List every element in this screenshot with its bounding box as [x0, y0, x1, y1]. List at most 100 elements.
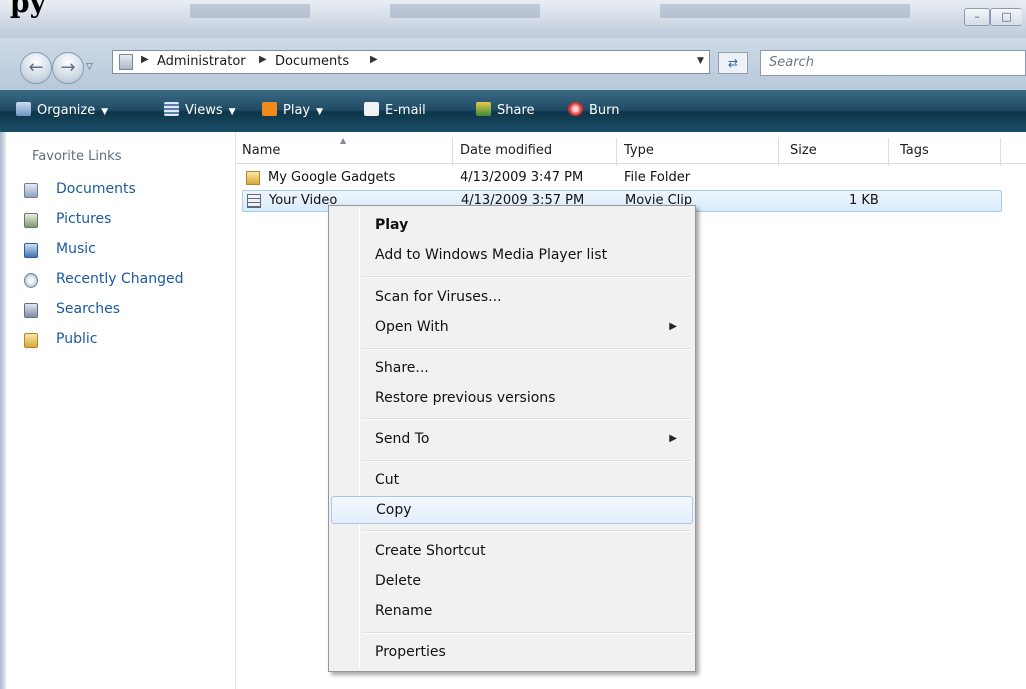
menu-item-cut[interactable]: Cut	[331, 467, 693, 495]
menu-item-label: Scan for Viruses...	[375, 289, 502, 305]
menu-item-label: Restore previous versions	[375, 390, 556, 406]
menu-item-label: Share...	[375, 360, 429, 376]
play-icon	[262, 102, 277, 116]
menu-item-label: Copy	[376, 502, 412, 518]
share-icon	[476, 102, 491, 116]
search-input[interactable]: Search	[760, 50, 1026, 76]
menu-item-send-to[interactable]: Send To ▶	[331, 426, 693, 454]
folder-icon	[24, 333, 38, 348]
address-bar-area: ← → ▽ ▶ Administrator ▶ Documents ▶ ▼ ⇄ …	[0, 38, 1026, 90]
column-header-date-modified[interactable]: Date modified	[460, 140, 552, 164]
column-divider[interactable]	[452, 138, 453, 166]
column-header-size[interactable]: Size	[790, 140, 817, 164]
breadcrumb-arrow-icon[interactable]: ▶	[259, 54, 267, 65]
chevron-down-icon: ▼	[228, 107, 236, 117]
burn-label: Burn	[589, 103, 620, 118]
menu-item-delete[interactable]: Delete	[331, 568, 693, 596]
refresh-icon[interactable]: ⇄	[718, 52, 748, 74]
sidebar-item-label: Recently Changed	[56, 271, 184, 287]
sidebar-item-label: Pictures	[56, 211, 112, 227]
documents-icon	[24, 183, 38, 198]
menu-separator	[362, 348, 691, 350]
address-history-dropdown-icon[interactable]: ▼	[697, 56, 704, 66]
maximize-button[interactable]: □	[990, 8, 1022, 26]
menu-separator	[362, 418, 691, 420]
organize-icon	[16, 102, 31, 116]
folder-icon	[246, 171, 260, 185]
breadcrumb-arrow-icon[interactable]: ▶	[141, 54, 149, 65]
column-divider[interactable]	[616, 138, 617, 166]
email-label: E-mail	[385, 103, 426, 118]
organize-label: Organize	[37, 103, 96, 118]
blurred-background	[660, 4, 910, 18]
column-divider[interactable]	[888, 138, 889, 166]
forward-button[interactable]: →	[52, 52, 84, 84]
blurred-background	[190, 4, 310, 18]
organize-button[interactable]: Organize ▼	[16, 101, 108, 121]
context-menu: Play Add to Windows Media Player list Sc…	[328, 205, 696, 672]
sidebar-item-label: Public	[56, 331, 98, 347]
column-headers: Name ▲ Date modified Type Size Tags	[236, 136, 1026, 166]
menu-item-label: Add to Windows Media Player list	[375, 247, 608, 263]
column-divider[interactable]	[778, 138, 779, 166]
burn-button[interactable]: Burn	[568, 101, 620, 121]
views-label: Views	[185, 103, 223, 118]
back-button[interactable]: ←	[20, 52, 52, 84]
menu-item-play[interactable]: Play	[331, 212, 693, 240]
play-label: Play	[283, 103, 311, 118]
sidebar-item-label: Music	[56, 241, 96, 257]
blurred-background	[390, 4, 540, 18]
address-box[interactable]: ▶ Administrator ▶ Documents ▶ ▼	[112, 50, 710, 74]
command-bar: Organize ▼ Views ▼ Play ▼ E-mail Share Burn	[0, 90, 1026, 132]
menu-item-label: Delete	[375, 573, 421, 589]
file-size: 1 KB	[849, 193, 879, 208]
burn-icon	[568, 102, 583, 116]
recent-pages-dropdown-icon[interactable]: ▽	[86, 62, 93, 72]
file-date: 4/13/2009 3:47 PM	[460, 170, 584, 185]
menu-item-create-shortcut[interactable]: Create Shortcut	[331, 538, 693, 566]
breadcrumb-administrator[interactable]: Administrator	[157, 54, 246, 69]
file-row-my-google-gadgets[interactable]: My Google Gadgets 4/13/2009 3:47 PM File…	[242, 168, 1002, 190]
share-label: Share	[497, 103, 535, 118]
menu-item-label: Rename	[375, 603, 433, 619]
recently-changed-icon	[24, 273, 38, 288]
searches-icon	[24, 303, 38, 318]
chevron-down-icon: ▼	[316, 107, 324, 117]
views-button[interactable]: Views ▼	[164, 101, 236, 121]
chevron-down-icon: ▼	[101, 107, 109, 117]
column-divider[interactable]	[1000, 138, 1001, 166]
file-type: File Folder	[624, 170, 691, 185]
sidebar-item-label: Searches	[56, 301, 121, 317]
menu-separator	[362, 276, 691, 278]
email-button[interactable]: E-mail	[364, 101, 426, 121]
menu-item-add-to-wmp-list[interactable]: Add to Windows Media Player list	[331, 242, 693, 270]
minimize-button[interactable]: –	[964, 8, 990, 26]
breadcrumb-arrow-icon[interactable]: ▶	[370, 54, 378, 65]
title-fragment: py	[10, 0, 46, 19]
menu-item-rename[interactable]: Rename	[331, 598, 693, 626]
email-icon	[364, 102, 379, 116]
menu-item-copy[interactable]: Copy	[331, 496, 693, 524]
menu-separator	[362, 632, 691, 634]
menu-item-share[interactable]: Share...	[331, 355, 693, 383]
submenu-arrow-icon: ▶	[669, 433, 677, 444]
breadcrumb-documents[interactable]: Documents	[275, 54, 349, 69]
menu-item-restore-previous-versions[interactable]: Restore previous versions	[331, 385, 693, 413]
share-button[interactable]: Share	[476, 101, 535, 121]
menu-item-label: Play	[375, 217, 409, 233]
window-title-bar: py – □	[0, 0, 1026, 38]
column-header-tags[interactable]: Tags	[900, 140, 929, 164]
menu-item-label: Cut	[375, 472, 400, 488]
navigation-pane: Favorite Links Documents Pictures Music …	[0, 132, 236, 689]
menu-item-scan-for-viruses[interactable]: Scan for Viruses...	[331, 284, 693, 312]
pictures-icon	[24, 213, 38, 228]
video-file-icon	[247, 194, 261, 208]
menu-separator	[362, 530, 691, 532]
column-header-type[interactable]: Type	[624, 140, 654, 164]
column-header-name[interactable]: Name	[242, 140, 280, 164]
music-icon	[24, 243, 38, 258]
window-left-edge	[0, 132, 6, 689]
menu-item-properties[interactable]: Properties	[331, 639, 693, 667]
menu-item-open-with[interactable]: Open With ▶	[331, 314, 693, 342]
play-button[interactable]: Play ▼	[262, 101, 323, 121]
